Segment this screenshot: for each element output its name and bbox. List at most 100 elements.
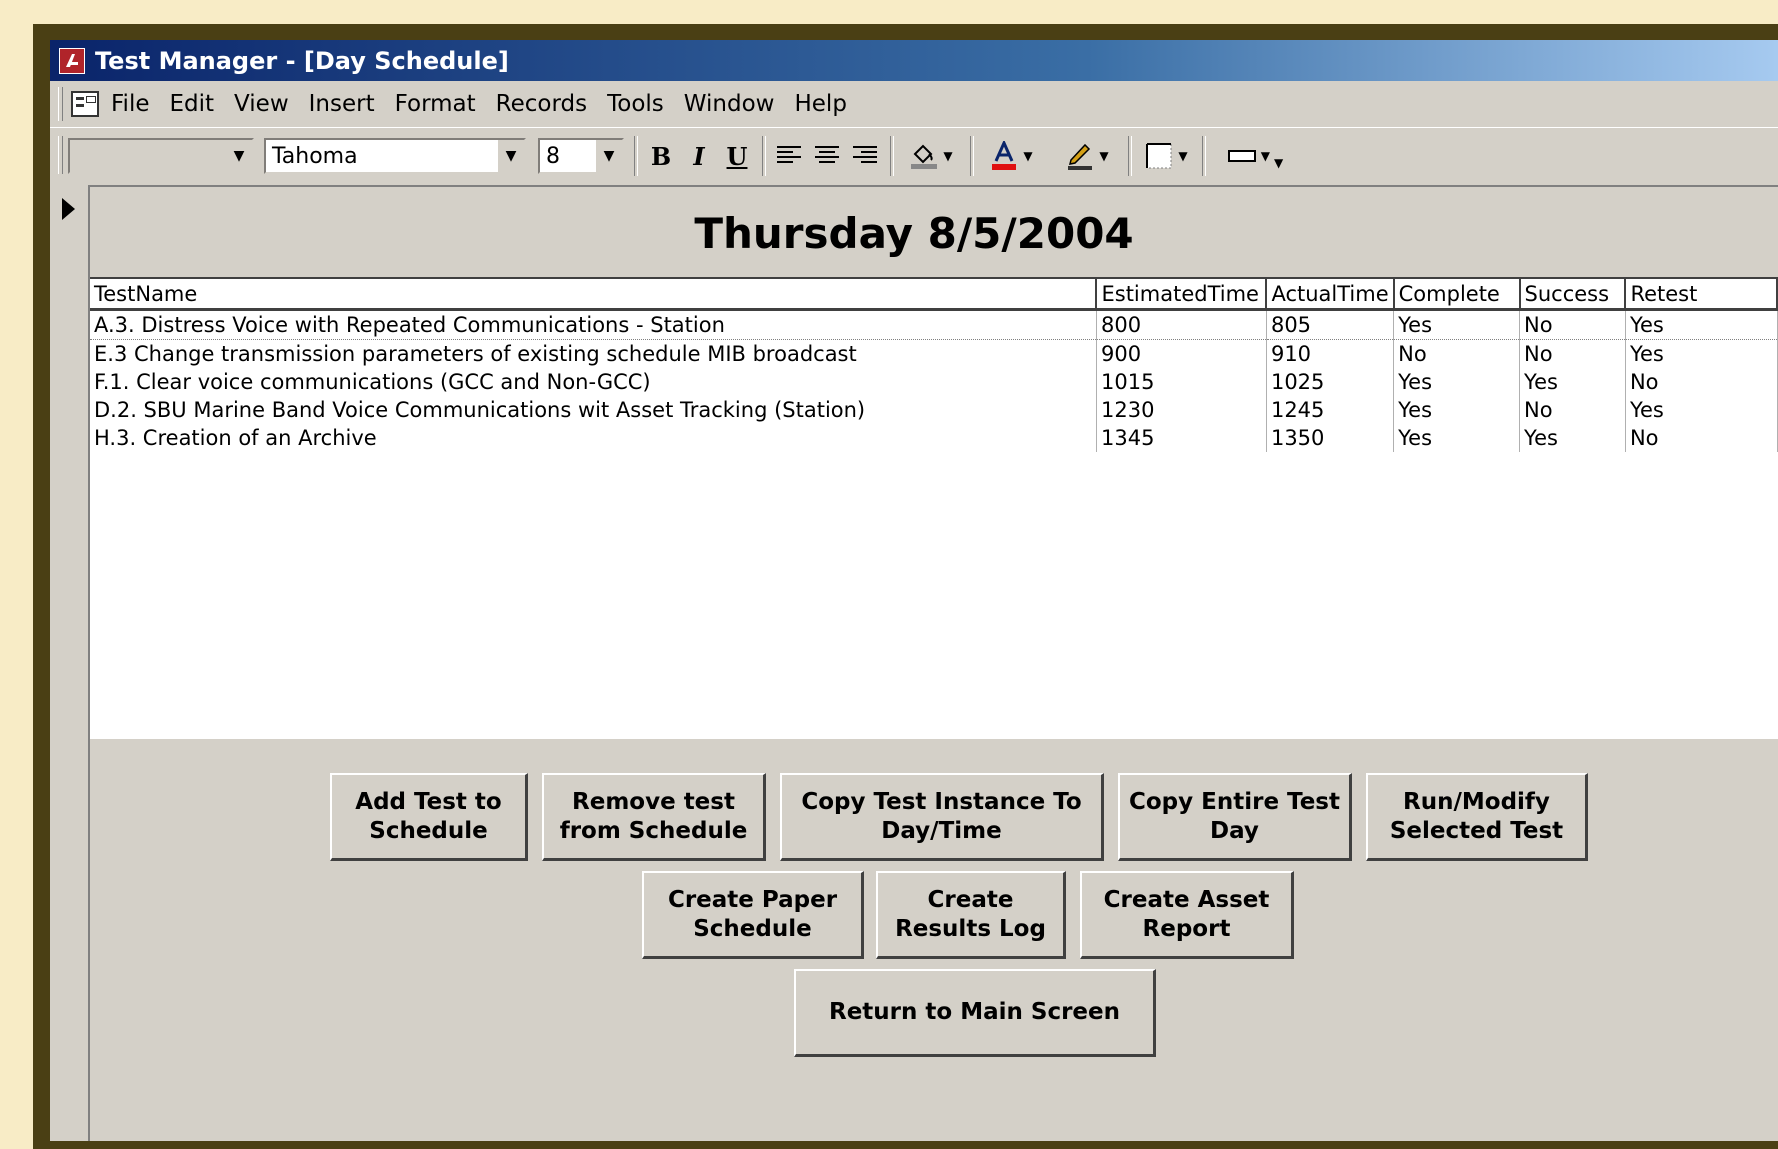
cell-retest[interactable]: Yes <box>1625 396 1778 424</box>
chevron-down-icon[interactable]: ▼ <box>226 140 252 172</box>
toolbar-options-icon[interactable]: ▼ <box>1274 156 1283 170</box>
col-testname[interactable]: TestName <box>90 279 1098 311</box>
run-modify-test-button[interactable]: Run/Modify Selected Test <box>1366 773 1588 861</box>
menu-grip[interactable] <box>58 87 63 121</box>
fill-color-button[interactable]: ▼ <box>900 138 962 174</box>
chevron-down-icon[interactable]: ▼ <box>1178 149 1187 163</box>
return-main-screen-button[interactable]: Return to Main Screen <box>794 969 1156 1057</box>
cell-estimatedtime[interactable]: 800 <box>1096 309 1267 340</box>
col-retest[interactable]: Retest <box>1625 279 1778 311</box>
align-right-button[interactable] <box>848 138 882 174</box>
schedule-table: TestName EstimatedTime ActualTime Comple… <box>90 279 1778 452</box>
current-record-icon <box>62 198 75 220</box>
copy-test-day-button[interactable]: Copy Entire Test Day <box>1118 773 1352 861</box>
col-complete[interactable]: Complete <box>1393 279 1521 311</box>
col-actualtime[interactable]: ActualTime <box>1266 279 1395 311</box>
paint-bucket-icon <box>911 144 938 169</box>
cell-retest[interactable]: No <box>1625 424 1778 452</box>
menu-bar: File Edit View Insert Format Records Too… <box>50 81 1778 128</box>
cell-estimatedtime[interactable]: 1230 <box>1096 396 1267 424</box>
line-width-button[interactable]: ▼ <box>1138 138 1194 174</box>
chevron-down-icon[interactable]: ▼ <box>1023 149 1032 163</box>
object-combo[interactable]: ▼ <box>68 138 254 174</box>
menu-window[interactable]: Window <box>684 91 775 117</box>
menu-view[interactable]: View <box>234 91 289 117</box>
special-effect-button[interactable]: ▼ ▼ <box>1212 138 1298 174</box>
toolbar-grip[interactable] <box>58 136 63 174</box>
app-window: Test Manager - [Day Schedule] File Edit … <box>50 40 1778 1141</box>
font-color-button[interactable]: ▼ <box>980 138 1042 174</box>
cell-estimatedtime[interactable]: 1345 <box>1096 424 1267 452</box>
cell-success[interactable]: No <box>1519 396 1626 424</box>
add-test-button[interactable]: Add Test to Schedule <box>330 773 528 861</box>
cell-testname[interactable]: E.3 Change transmission parameters of ex… <box>90 339 1097 368</box>
remove-test-button[interactable]: Remove test from Schedule <box>542 773 766 861</box>
cell-complete[interactable]: Yes <box>1393 424 1521 452</box>
italic-button[interactable]: I <box>682 138 716 174</box>
schedule-date-heading: Thursday 8/5/2004 <box>694 209 1134 258</box>
cell-success[interactable]: No <box>1519 339 1626 368</box>
formatting-toolbar: ▼ Tahoma ▼ 8 ▼ B I U ▼ ▼ ▼ ▼ ▼ ▼ <box>50 127 1778 184</box>
cell-complete[interactable]: No <box>1393 339 1521 368</box>
cell-complete[interactable]: Yes <box>1393 396 1521 424</box>
table-row[interactable]: E.3 Change transmission parameters of ex… <box>90 339 1778 368</box>
font-size-combo[interactable]: 8 ▼ <box>538 138 624 174</box>
form-view-icon[interactable] <box>71 91 99 117</box>
line-color-button[interactable]: ▼ <box>1056 138 1118 174</box>
cell-retest[interactable]: Yes <box>1625 309 1778 340</box>
cell-testname[interactable]: F.1. Clear voice communications (GCC and… <box>90 368 1097 396</box>
record-selector[interactable] <box>50 185 90 1141</box>
menu-file[interactable]: File <box>111 91 150 117</box>
cell-success[interactable]: Yes <box>1519 424 1626 452</box>
cell-success[interactable]: Yes <box>1519 368 1626 396</box>
cell-retest[interactable]: No <box>1625 368 1778 396</box>
font-name-value: Tahoma <box>272 143 358 169</box>
col-success[interactable]: Success <box>1519 279 1627 311</box>
chevron-down-icon[interactable]: ▼ <box>596 140 622 172</box>
menu-tools[interactable]: Tools <box>607 91 664 117</box>
table-row[interactable]: D.2. SBU Marine Band Voice Communication… <box>90 396 1778 424</box>
cell-actualtime[interactable]: 1245 <box>1266 396 1395 424</box>
font-name-combo[interactable]: Tahoma ▼ <box>264 138 526 174</box>
create-paper-schedule-button[interactable]: Create Paper Schedule <box>642 871 864 959</box>
chevron-down-icon[interactable]: ▼ <box>943 149 952 163</box>
underline-button[interactable]: U <box>720 138 754 174</box>
align-center-icon <box>815 146 839 163</box>
cell-testname[interactable]: H.3. Creation of an Archive <box>90 424 1097 452</box>
menu-insert[interactable]: Insert <box>309 91 375 117</box>
cell-success[interactable]: No <box>1519 309 1626 340</box>
cell-estimatedtime[interactable]: 900 <box>1096 339 1267 368</box>
table-header-row: TestName EstimatedTime ActualTime Comple… <box>90 279 1778 311</box>
cell-complete[interactable]: Yes <box>1393 368 1521 396</box>
align-left-button[interactable] <box>772 138 806 174</box>
table-row[interactable]: H.3. Creation of an Archive 1345 1350 Ye… <box>90 424 1778 452</box>
chevron-down-icon[interactable]: ▼ <box>1261 149 1270 163</box>
cell-retest[interactable]: Yes <box>1625 339 1778 368</box>
cell-testname[interactable]: A.3. Distress Voice with Repeated Commun… <box>90 309 1097 340</box>
title-bar[interactable]: Test Manager - [Day Schedule] <box>50 40 1778 81</box>
access-app-icon[interactable] <box>59 47 85 74</box>
chevron-down-icon[interactable]: ▼ <box>498 140 524 172</box>
align-center-button[interactable] <box>810 138 844 174</box>
create-results-log-button[interactable]: Create Results Log <box>876 871 1066 959</box>
cell-testname[interactable]: D.2. SBU Marine Band Voice Communication… <box>90 396 1097 424</box>
copy-test-instance-button[interactable]: Copy Test Instance To Day/Time <box>780 773 1104 861</box>
cell-actualtime[interactable]: 1025 <box>1266 368 1395 396</box>
cell-actualtime[interactable]: 805 <box>1266 309 1395 340</box>
table-row[interactable]: A.3. Distress Voice with Repeated Commun… <box>90 309 1778 340</box>
cell-actualtime[interactable]: 910 <box>1266 339 1395 368</box>
cell-estimatedtime[interactable]: 1015 <box>1096 368 1267 396</box>
create-asset-report-button[interactable]: Create Asset Report <box>1080 871 1294 959</box>
col-estimatedtime[interactable]: EstimatedTime <box>1096 279 1268 311</box>
toolbar-separator <box>890 136 894 176</box>
bold-button[interactable]: B <box>644 138 678 174</box>
menu-format[interactable]: Format <box>395 91 476 117</box>
table-row[interactable]: F.1. Clear voice communications (GCC and… <box>90 368 1778 396</box>
menu-help[interactable]: Help <box>794 91 846 117</box>
chevron-down-icon[interactable]: ▼ <box>1099 149 1108 163</box>
cell-complete[interactable]: Yes <box>1393 309 1521 340</box>
menu-records[interactable]: Records <box>496 91 587 117</box>
menu-edit[interactable]: Edit <box>170 91 215 117</box>
border-width-icon <box>1146 143 1172 169</box>
cell-actualtime[interactable]: 1350 <box>1266 424 1395 452</box>
